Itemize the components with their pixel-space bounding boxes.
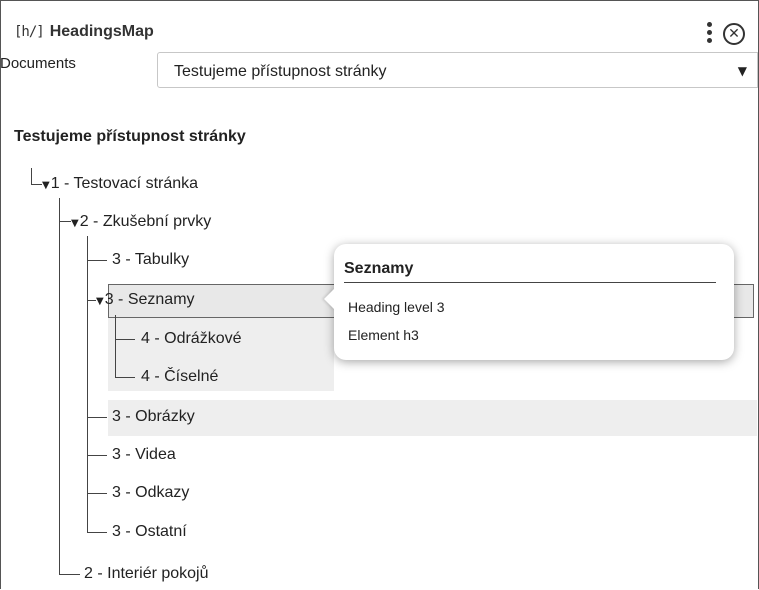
hover-highlight-bg-row	[108, 400, 757, 436]
tree-connector	[87, 300, 96, 301]
tree-item[interactable]: 3 - Ostatní	[112, 517, 187, 547]
tree-item[interactable]: 2 - Interiér pokojů	[84, 559, 209, 589]
collapse-toggle-icon[interactable]: ▼	[42, 180, 50, 191]
tree-item-label: 3 - Videa	[112, 446, 176, 463]
chevron-down-icon: ▼	[737, 64, 747, 78]
tree-connector	[115, 315, 116, 377]
app-title: HeadingsMap	[49, 23, 154, 40]
headingsmap-logo-icon: [h/]	[14, 24, 45, 40]
tree-item[interactable]: ▼2 - Zkušební prvky	[71, 207, 211, 237]
documents-selected-value: Testujeme přístupnost stránky	[174, 63, 387, 80]
tooltip-title: Seznamy	[344, 260, 414, 277]
tree-item-label: 4 - Odrážkové	[141, 330, 242, 347]
tree-connector	[87, 532, 107, 533]
tree-connector	[59, 198, 60, 575]
tooltip-arrow	[324, 288, 335, 310]
app-logo: [h/] HeadingsMap	[14, 23, 154, 41]
tree-item[interactable]: 3 - Videa	[112, 440, 176, 470]
tree-item-label: 3 - Obrázky	[112, 408, 195, 425]
tree-item[interactable]: 3 - Tabulky	[112, 245, 189, 275]
tree-item[interactable]: 3 - Odkazy	[112, 478, 189, 508]
collapse-toggle-icon[interactable]: ▼	[96, 296, 104, 307]
tooltip-element: Element h3	[348, 327, 419, 343]
tree-item[interactable]: ▼1 - Testovací stránka	[42, 169, 198, 199]
tree-item[interactable]: 3 - Obrázky	[112, 402, 195, 432]
tooltip-divider	[344, 282, 716, 283]
tree-connector	[115, 339, 135, 340]
tree-item-label: 3 - Seznamy	[104, 291, 195, 308]
collapse-toggle-icon[interactable]: ▼	[71, 218, 79, 229]
tree-connector	[31, 184, 42, 185]
tree-connector	[31, 168, 32, 184]
tree-item[interactable]: 4 - Číselné	[141, 362, 218, 392]
documents-label: Documents	[0, 55, 76, 72]
tree-connector	[59, 221, 71, 222]
tree-connector	[115, 377, 135, 378]
tree-item-label: 1 - Testovací stránka	[50, 175, 199, 192]
tree-root-title: Testujeme přístupnost stránky	[14, 128, 246, 145]
tree-item-label: 3 - Ostatní	[112, 523, 187, 540]
tree-item-label: 3 - Tabulky	[112, 251, 190, 268]
tree-item-label: 4 - Číselné	[141, 368, 219, 385]
tree-connector	[87, 417, 107, 418]
tree-item-selected[interactable]: ▼3 - Seznamy	[96, 285, 195, 315]
tree-item-label: 2 - Interiér pokojů	[84, 565, 209, 582]
tooltip-heading-level: Heading level 3	[348, 299, 445, 315]
tree-item-label: 3 - Odkazy	[112, 484, 190, 501]
documents-select[interactable]: Testujeme přístupnost stránky ▼	[157, 52, 758, 88]
tree-item[interactable]: 4 - Odrážkové	[141, 324, 241, 354]
tree-connector	[87, 455, 107, 456]
tree-connector	[87, 493, 107, 494]
tree-connector	[87, 260, 107, 261]
close-icon[interactable]: ✕	[723, 23, 745, 45]
tree-connector	[87, 236, 88, 533]
kebab-menu-icon[interactable]	[705, 22, 713, 46]
tree-connector	[59, 574, 80, 575]
tree-item-label: 2 - Zkušební prvky	[79, 213, 212, 230]
heading-tooltip: Seznamy Heading level 3 Element h3	[324, 244, 734, 360]
title-bar: [h/] HeadingsMap ✕	[0, 0, 757, 46]
